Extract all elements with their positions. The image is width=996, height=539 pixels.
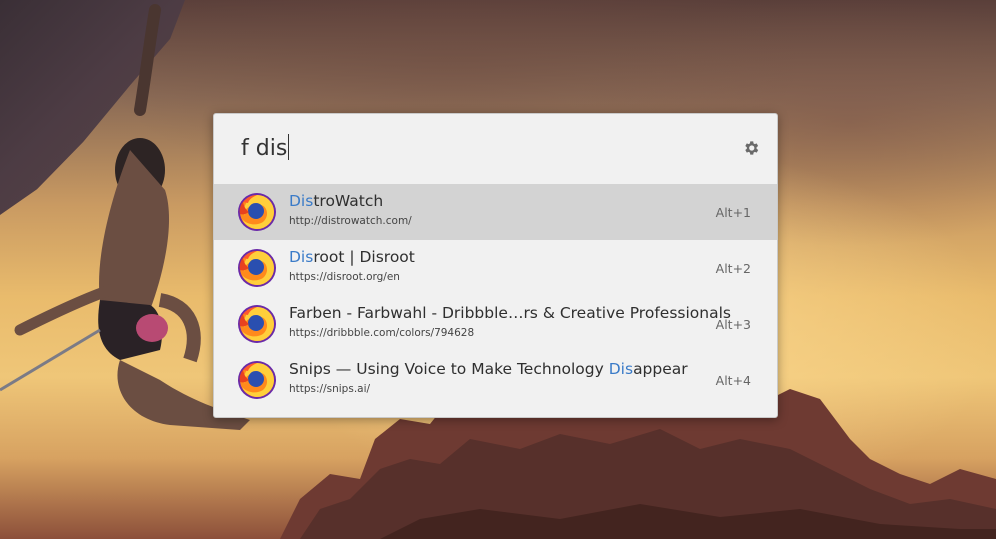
search-input[interactable]: f dis	[241, 134, 711, 164]
firefox-icon	[237, 304, 277, 344]
text-caret	[288, 134, 290, 160]
result-title-prefix: Snips — Using Voice to Make Technology	[289, 360, 609, 378]
result-title-rest: troWatch	[313, 192, 384, 210]
result-title-rest: root | Disroot	[313, 248, 415, 266]
result-title-match: Dis	[289, 192, 314, 210]
result-shortcut: Alt+2	[715, 261, 751, 276]
result-shortcut: Alt+3	[715, 317, 751, 332]
result-item[interactable]: Disroot | Disroot https://disroot.org/en A…	[214, 240, 777, 296]
result-title-rest: appear	[633, 360, 688, 378]
result-item[interactable]: Snips — Using Voice to Make Technology D…	[214, 352, 777, 408]
result-title: Disroot | Disroot	[289, 248, 415, 266]
result-url: http://distrowatch.com/	[289, 215, 412, 227]
query-row: f dis	[214, 114, 777, 184]
gear-icon[interactable]	[742, 139, 760, 157]
result-item[interactable]: DistroWatch http://distrowatch.com/Alt+1	[214, 184, 777, 240]
result-item[interactable]: Farben - Farbwahl - Dribbble…rs & Creati…	[214, 296, 777, 352]
firefox-icon	[237, 192, 277, 232]
result-shortcut: Alt+4	[715, 373, 751, 388]
result-title-match: Dis	[289, 248, 314, 266]
result-title: DistroWatch	[289, 192, 383, 210]
result-url: https://disroot.org/en	[289, 271, 400, 283]
results-list: DistroWatch http://distrowatch.com/Alt+1 …	[214, 184, 777, 408]
firefox-icon	[237, 360, 277, 400]
result-shortcut: Alt+1	[715, 205, 751, 220]
result-title-match: Dis	[608, 360, 634, 378]
result-title-prefix: Farben - Farbwahl - Dribbble…rs & Creati…	[289, 304, 731, 322]
firefox-icon	[237, 248, 277, 288]
result-title: Snips — Using Voice to Make Technology D…	[289, 360, 688, 378]
result-title: Farben - Farbwahl - Dribbble…rs & Creati…	[289, 304, 731, 322]
launcher-window: f dis DistroWatch http://distrowatch.com/…	[213, 113, 778, 418]
search-input-text: f dis	[241, 136, 288, 161]
result-url: https://dribbble.com/colors/794628	[289, 327, 475, 339]
result-url: https://snips.ai/	[289, 383, 371, 395]
